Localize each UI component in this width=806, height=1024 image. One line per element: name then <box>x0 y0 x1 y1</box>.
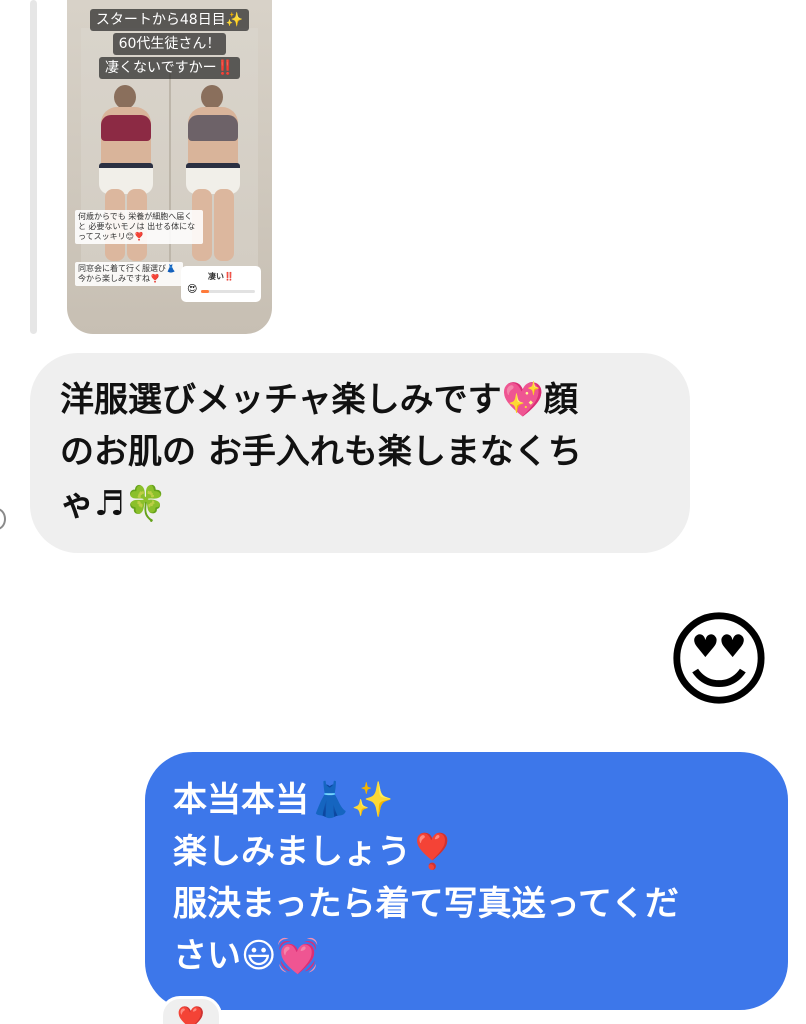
heart-reaction-badge[interactable]: ❤️ <box>160 996 222 1024</box>
incoming-message-bubble[interactable]: 洋服選びメッチャ楽しみです💖顔 のお肌の お手入れも楽しまなくち ゃ♬🍀 <box>30 353 690 553</box>
poll-question: 凄い‼️ <box>208 272 234 281</box>
story-text-sticker: 何歳からでも 栄養が細胞へ届くと 必要ないモノは 出せる体になってスッキリ😊❣️ <box>75 210 203 244</box>
story-caption: スタートから48日目✨ 60代生徒さん！ 凄くないですかー‼️ <box>67 8 272 80</box>
message-line: 服決まったら着て写真送ってくだ <box>173 884 679 924</box>
sender-avatar[interactable] <box>0 508 6 530</box>
message-line: 本当本当👗✨ <box>173 780 394 820</box>
story-text-sticker: 同窓会に着て行く服選び👗 今から楽しみですね❣️ <box>75 262 183 286</box>
heart-eyes-emoji-icon: 😍 <box>187 284 198 295</box>
message-line: のお肌の お手入れも楽しまなくち <box>60 432 582 472</box>
shared-story-card[interactable]: スタートから48日目✨ 60代生徒さん！ 凄くないですかー‼️ 何歳からでも 栄… <box>67 0 272 334</box>
story-caption-line: 凄くないですかー‼️ <box>98 57 240 79</box>
poll-slider-fill <box>201 290 210 293</box>
outgoing-message-bubble[interactable]: 本当本当👗✨ 楽しみましょう❣️ 服決まったら着て写真送ってくだ さい😃💓 <box>145 752 788 1010</box>
chat-thread: スタートから48日目✨ 60代生徒さん！ 凄くないですかー‼️ 何歳からでも 栄… <box>0 0 806 1024</box>
emoji-slider-poll[interactable]: 凄い‼️ 😍 <box>181 266 261 302</box>
poll-slider-track[interactable] <box>201 290 255 293</box>
story-caption-line: スタートから48日目✨ <box>89 9 250 31</box>
story-caption-line: 60代生徒さん！ <box>112 33 227 55</box>
message-line: 洋服選びメッチャ楽しみです💖顔 <box>60 380 578 420</box>
story-reply-indicator <box>30 0 37 334</box>
message-line: 楽しみましょう❣️ <box>173 832 454 872</box>
large-heart-eyes-emoji[interactable]: 😍 <box>657 598 781 722</box>
message-line: ゃ♬🍀 <box>60 484 167 524</box>
message-line: さい😃💓 <box>173 936 319 976</box>
